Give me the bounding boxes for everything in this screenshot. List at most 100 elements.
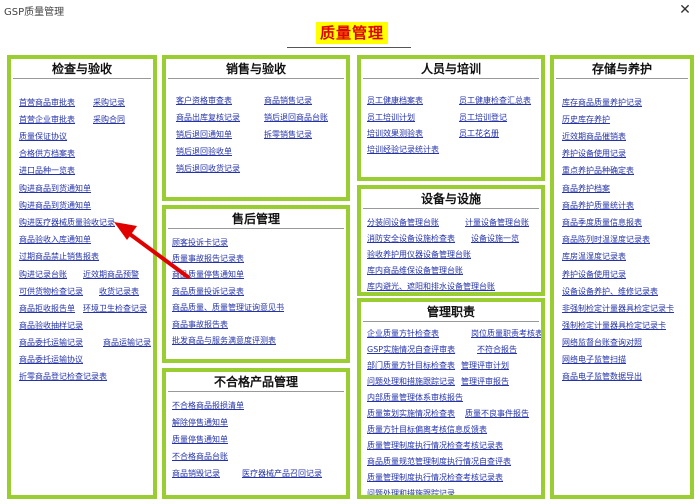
- link-duty-15[interactable]: 问题处理和措施跟踪记录: [367, 488, 455, 495]
- link-storage-2[interactable]: 近效期商品催销表: [562, 131, 626, 142]
- link-staff-4[interactable]: 培训效果测验表: [367, 128, 423, 139]
- link-duty-14[interactable]: 质量管理制度执行情况检查考核记录表: [367, 472, 503, 483]
- link-check-12[interactable]: 购进记录台账: [19, 269, 67, 280]
- link-after-2[interactable]: 商品质量停售通知单: [172, 269, 244, 280]
- link-storage-16[interactable]: 商品电子监管数据导出: [562, 371, 642, 382]
- close-icon[interactable]: ✕: [676, 1, 694, 19]
- link-sales-6[interactable]: 销后退回验收单: [176, 146, 232, 157]
- link-duty-1[interactable]: 岗位质量职责考核表: [471, 328, 541, 339]
- link-after-4[interactable]: 商品质量、质量管理证询意见书: [172, 302, 284, 313]
- panel-after-sales: 售后管理 顾客投诉卡记录 质量事故报告记录表 商品质量停售通知单 商品质量投诉记录表商…: [162, 205, 350, 363]
- link-sales-1[interactable]: 商品销售记录: [264, 95, 312, 106]
- link-storage-7[interactable]: 商品季度质量信息报表: [562, 217, 642, 228]
- link-staff-3[interactable]: 员工培训登记: [459, 112, 507, 123]
- link-unqual-5[interactable]: 医疗器械产品召回记录: [242, 468, 322, 479]
- link-check-15[interactable]: 收货记录表: [99, 286, 139, 297]
- link-duty-13[interactable]: 商品质量规范管理制度执行情况自查评表: [367, 456, 511, 467]
- link-sales-3[interactable]: 销后退回商品台账: [264, 112, 328, 123]
- link-staff-6[interactable]: 培训经验记录统计表: [367, 144, 439, 155]
- link-duty-12[interactable]: 质量管理制度执行情况检查考核记录表: [367, 440, 503, 451]
- link-storage-8[interactable]: 商品陈列时温湿度记录表: [562, 234, 650, 245]
- link-equip-1[interactable]: 计量设备管理台账: [465, 217, 529, 228]
- link-duty-7[interactable]: 管理评审报告: [461, 376, 509, 387]
- link-sales-7[interactable]: 销后退回收货记录: [176, 163, 240, 174]
- link-duty-10[interactable]: 质量不良事件报告: [465, 408, 529, 419]
- link-check-4[interactable]: 质量保证协议: [19, 131, 67, 142]
- link-after-6[interactable]: 批发商品与服务满意度评测表: [172, 335, 276, 346]
- link-duty-5[interactable]: 管理评审计划: [461, 360, 509, 371]
- link-sales-2[interactable]: 商品出库复核记录: [176, 112, 240, 123]
- link-check-3[interactable]: 采购合同: [93, 114, 125, 125]
- link-storage-3[interactable]: 养护设备使用记录: [562, 148, 626, 159]
- title-divider: [287, 47, 411, 48]
- link-check-0[interactable]: 首营商品审批表: [19, 97, 75, 108]
- link-staff-5[interactable]: 员工花名册: [459, 128, 499, 139]
- link-check-10[interactable]: 商品验收入库通知单: [19, 234, 91, 245]
- link-after-3[interactable]: 商品质量投诉记录表: [172, 286, 244, 297]
- link-storage-6[interactable]: 商品养护质量统计表: [562, 200, 634, 211]
- link-equip-6[interactable]: 库内避光、遮阳和排水设备管理台账: [367, 281, 495, 292]
- link-storage-11[interactable]: 设备设备养护、维修记录表: [562, 286, 658, 297]
- link-sales-4[interactable]: 销后退回通知单: [176, 129, 232, 140]
- link-equip-5[interactable]: 库内商品维保设备管理台账: [367, 265, 463, 276]
- link-check-9[interactable]: 购进医疗器械质量验收记录: [19, 217, 115, 228]
- link-check-14[interactable]: 可供货物检查记录: [19, 286, 83, 297]
- link-storage-13[interactable]: 强制检定计量器具检定记录卡: [562, 320, 666, 331]
- link-storage-10[interactable]: 养护设备使用记录: [562, 269, 626, 280]
- link-duty-4[interactable]: 部门质量方针目标检查表: [367, 360, 455, 371]
- link-duty-9[interactable]: 质量策划实施情况检查表: [367, 408, 455, 419]
- link-check-5[interactable]: 合格供方档案表: [19, 148, 75, 159]
- link-equip-4[interactable]: 验收养护用仪器设备管理台账: [367, 249, 471, 260]
- link-check-16[interactable]: 商品拒收报告单: [19, 303, 75, 314]
- link-staff-0[interactable]: 员工健康档案表: [367, 95, 423, 106]
- link-check-20[interactable]: 商品运输记录: [103, 337, 151, 348]
- panel-title: 管理职责: [363, 302, 539, 322]
- link-storage-12[interactable]: 非强制检定计量器具检定记录卡: [562, 303, 674, 314]
- link-unqual-0[interactable]: 不合格商品报损清单: [172, 400, 244, 411]
- panel-title: 人员与培训: [363, 59, 539, 79]
- panel-storage-maintenance: 存储与养护 库存商品质量养护记录 历史库存养护 近效期商品催销表 养护设备使用记录 重点…: [550, 55, 694, 499]
- link-unqual-2[interactable]: 质量停售通知单: [172, 434, 228, 445]
- window-titlebar: GSP质量管理 ✕: [0, 0, 700, 20]
- link-check-17[interactable]: 环境卫生检查记录: [83, 303, 147, 314]
- link-after-1[interactable]: 质量事故报告记录表: [172, 253, 244, 264]
- link-storage-4[interactable]: 重点养护品种确定表: [562, 165, 634, 176]
- link-check-13[interactable]: 近效期商品预警: [83, 269, 139, 280]
- link-check-19[interactable]: 商品委托运输记录: [19, 337, 83, 348]
- link-duty-6[interactable]: 问题处理和措施跟踪记录: [367, 376, 455, 387]
- window-title: GSP质量管理: [4, 6, 65, 18]
- link-storage-1[interactable]: 历史库存养护: [562, 114, 610, 125]
- link-check-1[interactable]: 采购记录: [93, 97, 125, 108]
- link-unqual-3[interactable]: 不合格商品台账: [172, 451, 228, 462]
- link-duty-3[interactable]: 不符合报告: [477, 344, 517, 355]
- link-storage-0[interactable]: 库存商品质量养护记录: [562, 97, 642, 108]
- link-equip-2[interactable]: 消防安全设备设施检查表: [367, 233, 455, 244]
- link-check-8[interactable]: 购进商品到货通知单: [19, 200, 91, 211]
- link-check-21[interactable]: 商品委托运输协议: [19, 354, 83, 365]
- link-equip-3[interactable]: 设备设施一览: [471, 233, 519, 244]
- link-staff-2[interactable]: 员工培训计划: [367, 112, 415, 123]
- link-sales-5[interactable]: 拆零销售记录: [264, 129, 312, 140]
- link-unqual-4[interactable]: 商品销毁记录: [172, 468, 220, 479]
- link-storage-14[interactable]: 网络监督台账查询对照: [562, 337, 642, 348]
- link-check-18[interactable]: 商品验收抽样记录: [19, 320, 83, 331]
- link-storage-9[interactable]: 库房温湿度记录表: [562, 251, 626, 262]
- link-duty-8[interactable]: 内部质量管理体系审核报告: [367, 392, 463, 403]
- link-equip-0[interactable]: 分装间设备管理台账: [367, 217, 439, 228]
- link-after-0[interactable]: 顾客投诉卡记录: [172, 237, 228, 248]
- link-check-7[interactable]: 购进商品到货通知单: [19, 183, 91, 194]
- link-after-5[interactable]: 商品事故报告表: [172, 319, 228, 330]
- link-duty-0[interactable]: 企业质量方针检查表: [367, 328, 439, 339]
- link-sales-0[interactable]: 客户资格审查表: [176, 95, 232, 106]
- link-storage-15[interactable]: 网络电子监管扫描: [562, 354, 626, 365]
- link-staff-1[interactable]: 员工健康检查汇总表: [459, 95, 531, 106]
- link-check-11[interactable]: 过期商品禁止销售报表: [19, 251, 99, 262]
- link-storage-5[interactable]: 商品养护档案: [562, 183, 610, 194]
- link-duty-2[interactable]: GSP实施情况自查评审表: [367, 344, 455, 355]
- link-check-2[interactable]: 首营企业审批表: [19, 114, 75, 125]
- link-check-22[interactable]: 折零商品登记检查记录表: [19, 371, 107, 382]
- link-duty-11[interactable]: 质量方针目标偏离考核信息反馈表: [367, 424, 487, 435]
- page-title: 质量管理: [316, 22, 389, 44]
- link-unqual-1[interactable]: 解除停售通知单: [172, 417, 228, 428]
- link-check-6[interactable]: 进口品种一览表: [19, 165, 75, 176]
